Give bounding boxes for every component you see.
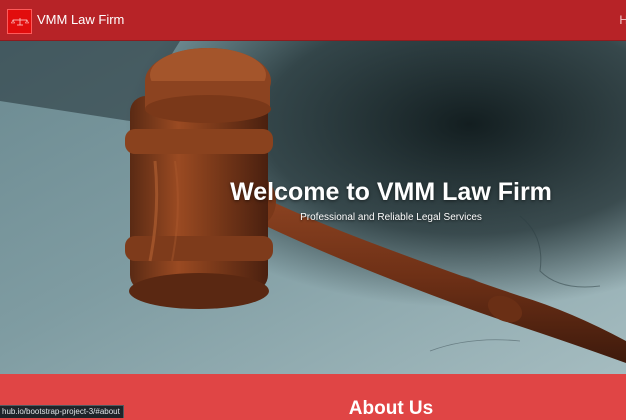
scales-logo-icon <box>10 17 29 25</box>
hero-title: Welcome to VMM Law Firm <box>230 178 552 206</box>
status-bar-url: hub.io/bootstrap-project-3/#about <box>0 405 124 418</box>
hero-section: Welcome to VMM Law Firm Professional and… <box>0 41 626 374</box>
nav-link-home[interactable]: H <box>619 12 626 28</box>
hero-background-image <box>0 41 626 374</box>
brand-logo[interactable] <box>7 9 32 34</box>
hero-subtitle: Professional and Reliable Legal Services <box>300 212 482 223</box>
navbar: VMM Law Firm H <box>0 0 626 41</box>
brand-name[interactable]: VMM Law Firm <box>37 12 124 28</box>
